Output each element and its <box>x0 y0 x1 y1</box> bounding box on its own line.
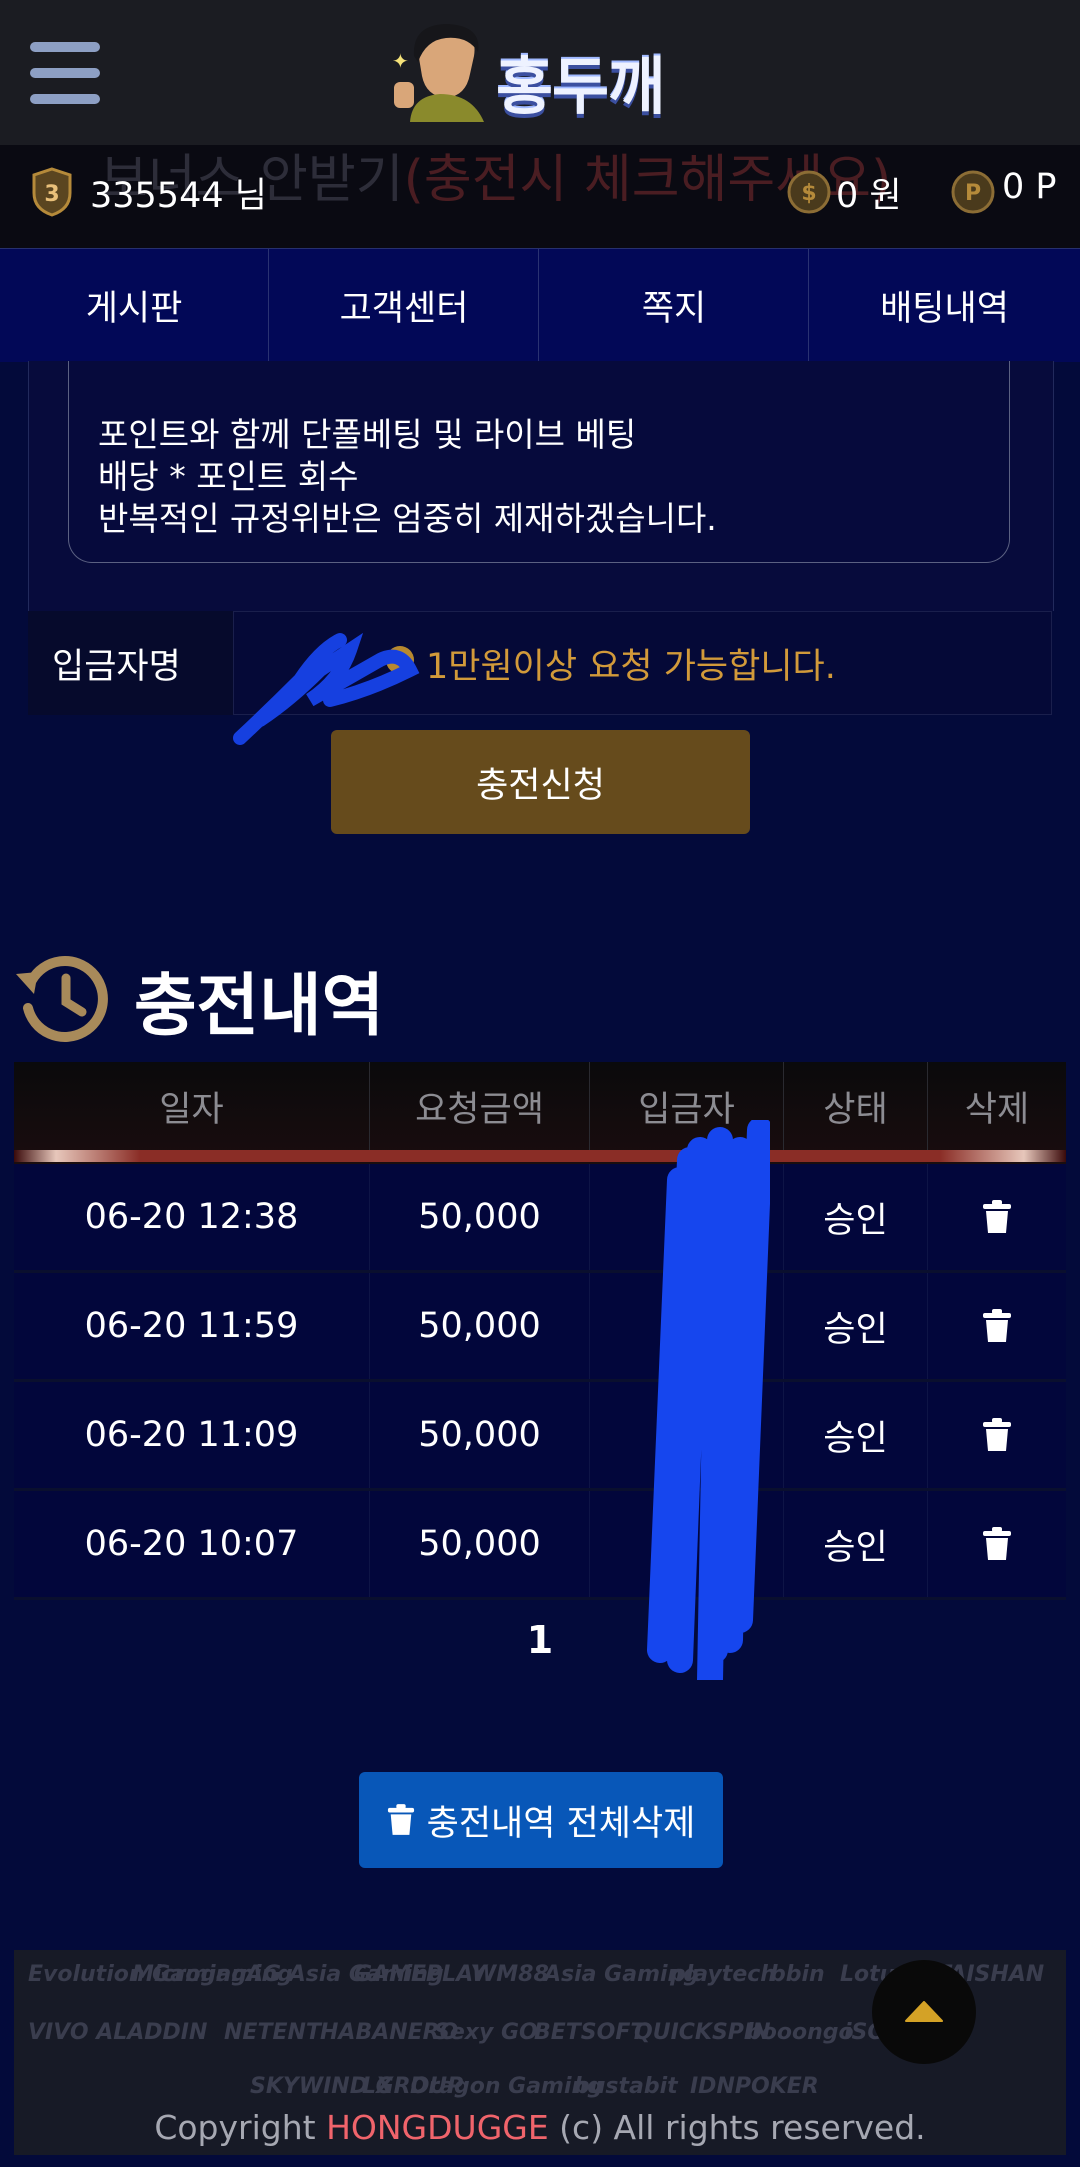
trash-icon <box>983 1418 1011 1451</box>
cell-amount: 50,000 <box>370 1491 590 1597</box>
delete-row-button[interactable] <box>928 1491 1066 1597</box>
delete-all-label: 충전내역 전체삭제 <box>426 1803 696 1844</box>
trash-icon <box>983 1200 1011 1233</box>
site-logo[interactable]: ✦ 홍두깨 <box>390 22 710 123</box>
trash-icon <box>983 1527 1011 1560</box>
depositor-label: 입금자명 <box>52 647 181 687</box>
copyright: Copyright HONGDUGGE (c) All rights reser… <box>154 2108 926 2147</box>
level-shield-icon: 3 <box>32 167 72 217</box>
money-coin-icon: $ <box>787 170 831 214</box>
logo-text: 홍두깨 <box>496 50 665 123</box>
provider-logo: Sexy GO <box>434 2020 538 2045</box>
cell-amount: 50,000 <box>370 1382 590 1488</box>
cell-amount: 50,000 <box>370 1164 590 1270</box>
trash-icon <box>983 1309 1011 1342</box>
trash-icon <box>387 1804 414 1835</box>
notice-line: 반복적인 규정위반은 엄중히 제재하겠습니다. <box>98 499 717 538</box>
charge-request-button[interactable]: 충전신청 <box>331 730 750 834</box>
scroll-to-top-button[interactable] <box>872 1960 976 2064</box>
nav-customer-center[interactable]: 고객센터 <box>270 249 539 362</box>
table-row: 06-20 12:38 50,000 승인 <box>14 1164 1066 1273</box>
cell-date: 06-20 10:07 <box>14 1491 370 1597</box>
history-clock-icon <box>16 956 108 1042</box>
provider-logo: bustabit <box>574 2074 678 2099</box>
column-header-date: 일자 <box>14 1062 370 1150</box>
provider-logo: booongo <box>746 2020 854 2045</box>
cell-amount: 50,000 <box>370 1273 590 1379</box>
point-coin-icon: P <box>951 170 995 214</box>
cell-date: 06-20 11:59 <box>14 1273 370 1379</box>
cell-date: 06-20 11:09 <box>14 1382 370 1488</box>
hamburger-menu-icon[interactable] <box>30 42 100 104</box>
provider-logo: LX <box>362 2074 393 2099</box>
top-header: ✦ 홍두깨 <box>0 0 1080 145</box>
provider-logo: WM88 <box>472 1962 549 1987</box>
notice-line: 배당 * 포인트 회수 <box>98 457 359 496</box>
redaction-scribble <box>647 1120 770 1680</box>
delete-row-button[interactable] <box>928 1382 1066 1488</box>
provider-logo: NETENT <box>224 2020 321 2045</box>
provider-logo: playtech <box>670 1962 776 1987</box>
delete-row-button[interactable] <box>928 1273 1066 1379</box>
username: 335544 님 <box>90 176 267 216</box>
table-header-accent <box>14 1150 1066 1162</box>
cell-status: 승인 <box>784 1164 928 1270</box>
svg-text:$: $ <box>801 181 816 206</box>
cell-date: 06-20 12:38 <box>14 1164 370 1270</box>
svg-text:P: P <box>965 181 981 206</box>
cell-status: 승인 <box>784 1491 928 1597</box>
table-row: 06-20 10:07 50,000 승인 <box>14 1491 1066 1600</box>
provider-logo: IDNPOKER <box>690 2074 819 2099</box>
table-row: 06-20 11:59 50,000 승인 <box>14 1273 1066 1382</box>
pagination-page[interactable]: 1 <box>0 1618 1080 1662</box>
cell-status: 승인 <box>784 1382 928 1488</box>
provider-logo: bbin <box>770 1962 825 1987</box>
user-status-bar: 보너스 안받기(충전시 체크해주세요) 3 335544 님 $ 0 원 P 0… <box>0 145 1080 248</box>
main-nav: 게시판 고객센터 쪽지 배팅내역 <box>0 248 1080 362</box>
nav-board[interactable]: 게시판 <box>0 249 269 362</box>
logo-mascot-icon: ✦ <box>392 24 484 122</box>
table-row: 06-20 11:09 50,000 승인 <box>14 1382 1066 1491</box>
chevron-up-icon <box>905 2001 943 2022</box>
delete-row-button[interactable] <box>928 1164 1066 1270</box>
history-title: 충전내역 <box>134 967 385 1046</box>
column-header-status: 상태 <box>784 1062 928 1150</box>
provider-logo: VIVO ALADDIN <box>28 2020 208 2045</box>
money-balance: 0 원 <box>836 176 902 216</box>
svg-text:3: 3 <box>44 182 59 207</box>
svg-text:✦: ✦ <box>392 49 409 73</box>
delete-all-history-button[interactable]: 충전내역 전체삭제 <box>359 1772 723 1868</box>
column-header-delete: 삭제 <box>964 1089 1030 1130</box>
nav-betting-history[interactable]: 배팅내역 <box>810 249 1079 362</box>
provider-logo: BETSOFT <box>534 2020 646 2045</box>
point-balance: 0 P <box>1002 167 1057 207</box>
notice-line: 포인트와 함께 단폴베팅 및 라이브 베팅 <box>98 415 637 454</box>
cell-status: 승인 <box>784 1273 928 1379</box>
provider-logo: GAMEPLAY <box>354 1962 487 1987</box>
depositor-hint: 1만원이상 요청 가능합니다. <box>426 647 836 687</box>
column-header-amount: 요청금액 <box>370 1062 590 1150</box>
nav-messages[interactable]: 쪽지 <box>540 249 809 362</box>
